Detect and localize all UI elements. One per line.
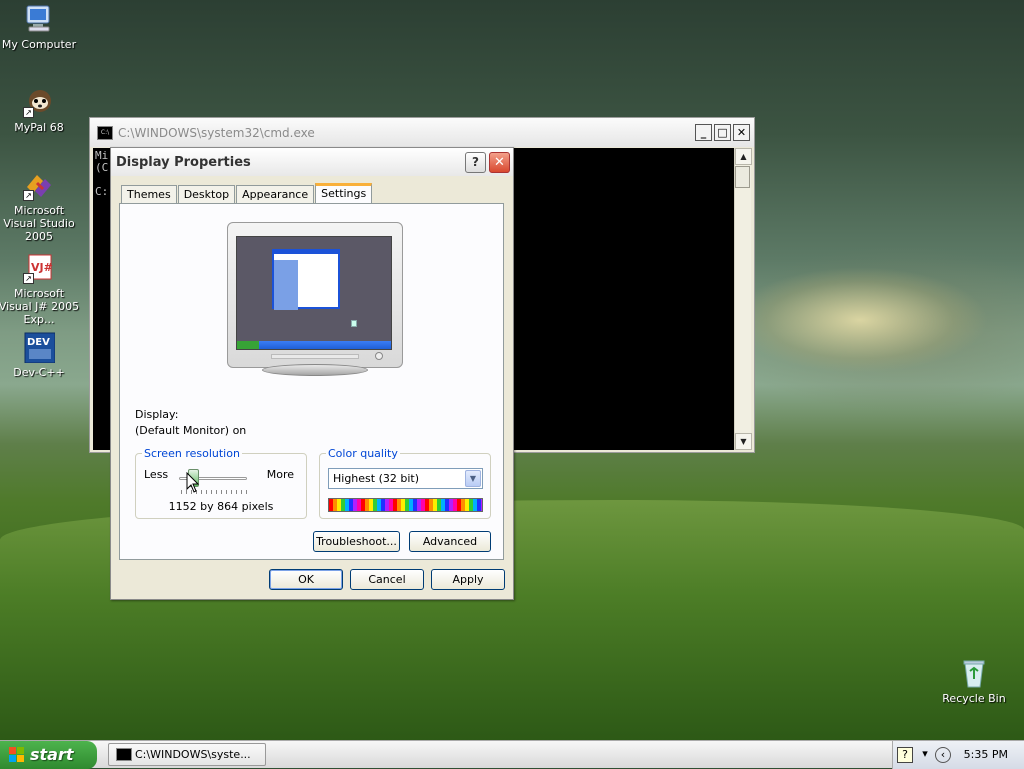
system-tray: ? ▾ ‹ 5:35 PM [892,741,1024,769]
maximize-button[interactable]: □ [714,124,731,141]
shortcut-arrow-icon: ↗ [23,190,34,201]
desktop-icon-label: My Computer [1,38,77,51]
help-tray-icon[interactable]: ? [897,747,913,763]
color-quality-selected: Highest (32 bit) [333,472,420,485]
clock[interactable]: 5:35 PM [964,741,1008,769]
mouse-cursor-icon [186,472,200,493]
visual-jsharp-icon: VJ# ↗ [23,252,55,284]
chevron-down-icon[interactable]: ▼ [465,470,481,487]
preview-recycle-icon [351,320,357,327]
preview-taskbar [237,341,391,349]
tab-settings[interactable]: Settings [315,183,373,205]
desktop-icon-visual-jsharp[interactable]: VJ# ↗ Microsoft Visual J# 2005 Exp... [0,252,81,326]
less-label: Less [144,468,169,481]
color-spectrum-bar [328,498,483,512]
shortcut-arrow-icon: ↗ [23,107,34,118]
display-info: Display: (Default Monitor) on [135,407,246,439]
cmd-title: C:\WINDOWS\system32\cmd.exe [118,125,315,140]
screen-resolution-group: Screen resolution Less More 1152 by 864 … [135,447,307,519]
cmd-icon: C:\ [97,125,113,140]
close-button[interactable]: ✕ [733,124,750,141]
ok-button[interactable]: OK [269,569,343,590]
dialog-close-button[interactable]: ✕ [489,151,510,173]
monitor-slot [271,354,359,359]
taskbar-item-label: C:\WINDOWS\syste... [135,748,251,761]
display-properties-dialog[interactable]: Display Properties ? ✕ Themes Desktop Ap… [110,147,514,600]
cmd-icon [116,748,132,761]
visual-studio-icon: ↗ [23,169,55,201]
cmd-titlebar[interactable]: C:\ C:\WINDOWS\system32\cmd.exe _ □ ✕ [90,118,754,147]
dialog-titlebar[interactable]: Display Properties ? ✕ [111,148,513,176]
display-value: (Default Monitor) on [135,424,247,437]
troubleshoot-button[interactable]: Troubleshoot... [313,531,400,552]
apply-button[interactable]: Apply [431,569,505,590]
scroll-down-arrow-icon[interactable]: ▼ [735,433,752,450]
desktop-icon-my-computer[interactable]: My Computer [0,3,81,51]
tab-desktop[interactable]: Desktop [177,185,236,204]
desktop-icon-label: Microsoft Visual J# 2005 Exp... [0,287,80,326]
dialog-title: Display Properties [116,154,251,170]
dialog-tabs: Themes Desktop Appearance Settings [121,183,373,205]
svg-text:VJ#: VJ# [31,261,53,274]
chevron-left-icon[interactable]: ‹ [935,747,951,763]
desktop-icon-visual-studio[interactable]: ↗ Microsoft Visual Studio 2005 [0,169,81,243]
dev-cpp-icon: DEV [23,331,56,364]
desktop-icon-label: MyPal 68 [14,121,64,134]
display-label: Display: [135,408,179,421]
windows-logo-icon [9,747,25,763]
desktop-icon-mypal[interactable]: ↗ MyPal 68 [0,86,81,134]
shortcut-arrow-icon: ↗ [23,273,34,284]
color-quality-legend: Color quality [328,447,398,460]
monitor-screen [236,236,392,350]
cmd-scrollbar[interactable]: ▲ ▼ [734,148,752,450]
monitor-base [262,364,368,376]
desktop-icon-label: Dev-C++ [13,366,65,379]
mypal-browser-icon: ↗ [23,86,55,118]
help-button[interactable]: ? [465,151,486,173]
taskbar-item-cmd[interactable]: C:\WINDOWS\syste... [108,743,266,766]
desktop-icon-label: Microsoft Visual Studio 2005 [3,204,75,243]
taskbar: start C:\WINDOWS\syste... ? ▾ ‹ 5:35 PM [0,740,1024,769]
desktop-icon-dev-cpp[interactable]: DEV Dev-C++ [0,331,81,379]
tab-appearance[interactable]: Appearance [236,185,315,204]
more-label: More [266,468,294,481]
scroll-thumb[interactable] [735,166,750,188]
advanced-button[interactable]: Advanced [409,531,491,552]
monitor-power-icon [375,352,383,360]
desktop-icon-recycle-bin[interactable]: Recycle Bin [932,657,1016,705]
tab-themes[interactable]: Themes [121,185,177,204]
resolution-value: 1152 by 864 pixels [168,500,274,513]
desktop-icon-label: Recycle Bin [942,692,1006,705]
color-quality-select[interactable]: Highest (32 bit) ▼ [328,468,483,489]
scroll-up-arrow-icon[interactable]: ▲ [735,148,752,165]
preview-start [237,341,259,349]
minimize-button[interactable]: _ [695,124,712,141]
screen-resolution-legend: Screen resolution [144,447,240,460]
volume-tray-icon[interactable]: ▾ [917,747,933,763]
recycle-bin-icon [958,657,990,689]
color-quality-group: Color quality Highest (32 bit) ▼ [319,447,491,519]
preview-window [272,249,340,310]
cancel-button[interactable]: Cancel [350,569,424,590]
svg-text:DEV: DEV [27,337,50,348]
computer-icon [23,3,55,35]
monitor-preview [227,222,403,376]
start-button[interactable]: start [0,741,97,769]
settings-panel: Display: (Default Monitor) on Screen res… [119,203,504,560]
start-label: start [30,745,74,764]
